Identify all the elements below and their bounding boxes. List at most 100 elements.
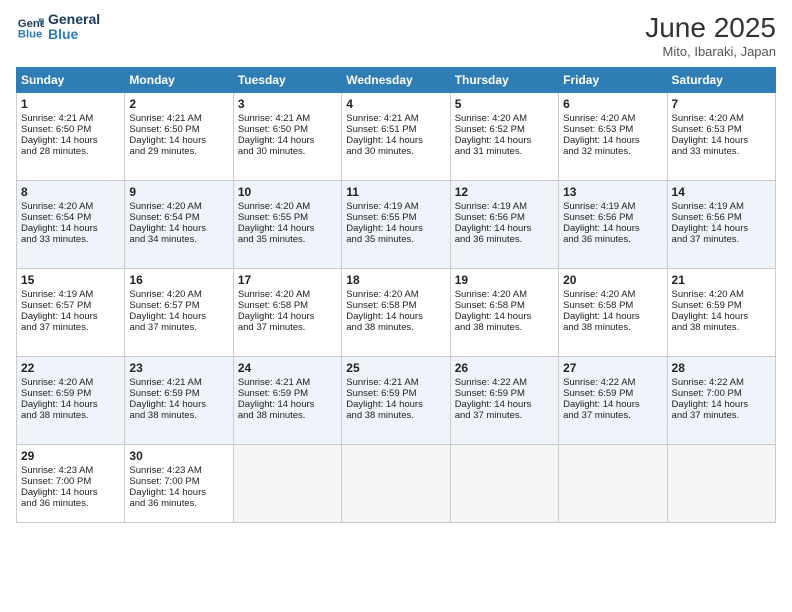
cell-info-line: Sunset: 6:56 PM xyxy=(672,212,771,223)
cell-info-line: Sunrise: 4:20 AM xyxy=(238,289,337,300)
calendar-cell: 28Sunrise: 4:22 AMSunset: 7:00 PMDayligh… xyxy=(667,357,775,445)
logo: General Blue General Blue xyxy=(16,12,100,43)
day-number: 26 xyxy=(455,361,554,375)
calendar-cell xyxy=(450,445,558,523)
day-number: 23 xyxy=(129,361,228,375)
cell-info-line: Daylight: 14 hours xyxy=(21,311,120,322)
cell-info-line: and 30 minutes. xyxy=(238,146,337,157)
calendar-cell xyxy=(342,445,450,523)
cell-info-line: Sunset: 6:54 PM xyxy=(21,212,120,223)
cell-info-line: Sunset: 6:59 PM xyxy=(563,388,662,399)
day-number: 9 xyxy=(129,185,228,199)
cell-info-line: and 38 minutes. xyxy=(672,322,771,333)
cell-info-line: Sunrise: 4:20 AM xyxy=(563,113,662,124)
cell-info-line: Sunset: 6:53 PM xyxy=(563,124,662,135)
cell-info-line: Daylight: 14 hours xyxy=(238,311,337,322)
day-number: 20 xyxy=(563,273,662,287)
cell-info-line: Sunset: 7:00 PM xyxy=(129,476,228,487)
cell-info-line: Sunset: 6:57 PM xyxy=(129,300,228,311)
cell-info-line: Sunset: 6:58 PM xyxy=(238,300,337,311)
calendar-cell: 11Sunrise: 4:19 AMSunset: 6:55 PMDayligh… xyxy=(342,181,450,269)
day-number: 22 xyxy=(21,361,120,375)
cell-info-line: Sunrise: 4:20 AM xyxy=(672,289,771,300)
cell-info-line: Sunset: 6:52 PM xyxy=(455,124,554,135)
day-number: 6 xyxy=(563,97,662,111)
cell-info-line: Sunset: 6:50 PM xyxy=(21,124,120,135)
cell-info-line: Sunset: 6:58 PM xyxy=(455,300,554,311)
day-number: 15 xyxy=(21,273,120,287)
cell-info-line: Sunset: 6:59 PM xyxy=(455,388,554,399)
cell-info-line: Daylight: 14 hours xyxy=(346,311,445,322)
header: General Blue General Blue June 2025 Mito… xyxy=(16,12,776,59)
day-number: 24 xyxy=(238,361,337,375)
cell-info-line: Sunset: 6:58 PM xyxy=(563,300,662,311)
cell-info-line: Daylight: 14 hours xyxy=(129,399,228,410)
cell-info-line: Daylight: 14 hours xyxy=(129,223,228,234)
calendar-cell: 30Sunrise: 4:23 AMSunset: 7:00 PMDayligh… xyxy=(125,445,233,523)
cell-info-line: Daylight: 14 hours xyxy=(563,135,662,146)
calendar-cell: 29Sunrise: 4:23 AMSunset: 7:00 PMDayligh… xyxy=(17,445,125,523)
cell-info-line: Daylight: 14 hours xyxy=(129,135,228,146)
cell-info-line: and 35 minutes. xyxy=(346,234,445,245)
cell-info-line: and 36 minutes. xyxy=(455,234,554,245)
logo-blue: Blue xyxy=(48,27,100,42)
day-number: 12 xyxy=(455,185,554,199)
cell-info-line: and 37 minutes. xyxy=(672,234,771,245)
cell-info-line: and 37 minutes. xyxy=(238,322,337,333)
cell-info-line: Daylight: 14 hours xyxy=(129,311,228,322)
cell-info-line: Sunrise: 4:19 AM xyxy=(346,201,445,212)
cell-info-line: Sunset: 6:58 PM xyxy=(346,300,445,311)
cell-info-line: Daylight: 14 hours xyxy=(21,487,120,498)
cell-info-line: Sunrise: 4:20 AM xyxy=(455,113,554,124)
cell-info-line: and 31 minutes. xyxy=(455,146,554,157)
cell-info-line: and 33 minutes. xyxy=(21,234,120,245)
cell-info-line: and 29 minutes. xyxy=(129,146,228,157)
cell-info-line: Sunrise: 4:22 AM xyxy=(455,377,554,388)
calendar-cell: 20Sunrise: 4:20 AMSunset: 6:58 PMDayligh… xyxy=(559,269,667,357)
cell-info-line: Sunset: 7:00 PM xyxy=(21,476,120,487)
cell-info-line: Sunrise: 4:21 AM xyxy=(129,113,228,124)
day-number: 28 xyxy=(672,361,771,375)
cell-info-line: Sunrise: 4:22 AM xyxy=(563,377,662,388)
main-title: June 2025 xyxy=(645,12,776,44)
cell-info-line: Sunrise: 4:19 AM xyxy=(672,201,771,212)
cell-info-line: Daylight: 14 hours xyxy=(21,135,120,146)
cell-info-line: Daylight: 14 hours xyxy=(563,223,662,234)
cell-info-line: and 32 minutes. xyxy=(563,146,662,157)
cell-info-line: Sunrise: 4:21 AM xyxy=(346,113,445,124)
cell-info-line: Daylight: 14 hours xyxy=(455,399,554,410)
calendar-cell: 17Sunrise: 4:20 AMSunset: 6:58 PMDayligh… xyxy=(233,269,341,357)
cell-info-line: Sunset: 6:59 PM xyxy=(129,388,228,399)
cell-info-line: Sunset: 6:54 PM xyxy=(129,212,228,223)
day-number: 30 xyxy=(129,449,228,463)
day-number: 4 xyxy=(346,97,445,111)
calendar-cell: 18Sunrise: 4:20 AMSunset: 6:58 PMDayligh… xyxy=(342,269,450,357)
cell-info-line: Sunrise: 4:20 AM xyxy=(346,289,445,300)
title-block: June 2025 Mito, Ibaraki, Japan xyxy=(645,12,776,59)
logo-general: General xyxy=(48,12,100,27)
calendar-cell: 8Sunrise: 4:20 AMSunset: 6:54 PMDaylight… xyxy=(17,181,125,269)
calendar-cell xyxy=(667,445,775,523)
cell-info-line: Sunrise: 4:20 AM xyxy=(129,289,228,300)
cell-info-line: and 30 minutes. xyxy=(346,146,445,157)
calendar-cell: 25Sunrise: 4:21 AMSunset: 6:59 PMDayligh… xyxy=(342,357,450,445)
cell-info-line: Sunrise: 4:21 AM xyxy=(129,377,228,388)
day-number: 13 xyxy=(563,185,662,199)
day-number: 7 xyxy=(672,97,771,111)
cell-info-line: and 28 minutes. xyxy=(21,146,120,157)
cell-info-line: Sunrise: 4:21 AM xyxy=(21,113,120,124)
day-number: 27 xyxy=(563,361,662,375)
cell-info-line: and 36 minutes. xyxy=(129,498,228,509)
weekday-header-monday: Monday xyxy=(125,68,233,93)
calendar-cell: 23 Sunrise: 4:21 AMSunset: 6:59 PMDayligh… xyxy=(125,357,233,445)
cell-info-line: Sunset: 6:59 PM xyxy=(672,300,771,311)
cell-info-line: and 38 minutes. xyxy=(346,322,445,333)
cell-info-line: and 36 minutes. xyxy=(563,234,662,245)
calendar-cell: 2Sunrise: 4:21 AMSunset: 6:50 PMDaylight… xyxy=(125,93,233,181)
weekday-header-tuesday: Tuesday xyxy=(233,68,341,93)
calendar-table: SundayMondayTuesdayWednesdayThursdayFrid… xyxy=(16,67,776,523)
cell-info-line: Sunrise: 4:20 AM xyxy=(672,113,771,124)
cell-info-line: Daylight: 14 hours xyxy=(672,311,771,322)
cell-info-line: Daylight: 14 hours xyxy=(346,399,445,410)
cell-info-line: Sunrise: 4:19 AM xyxy=(455,201,554,212)
